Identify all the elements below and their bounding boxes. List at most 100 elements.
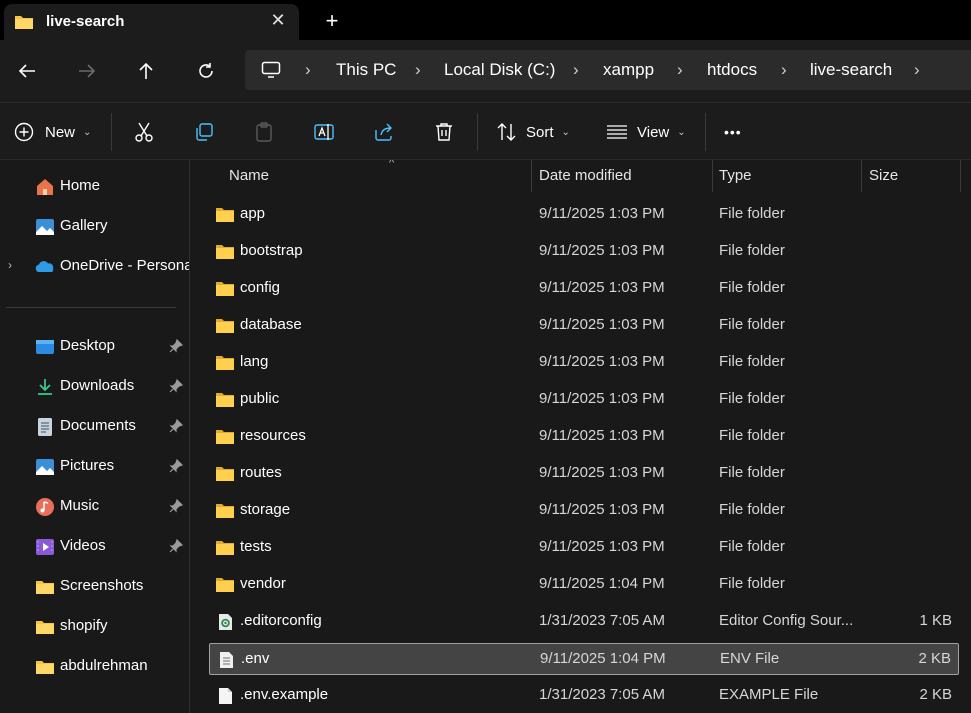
folder-icon [215,206,235,224]
close-tab-button[interactable]: ✕ [266,8,290,32]
pin-icon[interactable] [168,338,184,354]
sidebar-item-downloads[interactable]: Downloads [0,369,189,405]
sidebar-item-screenshots[interactable]: Screenshots [0,569,189,605]
file-name: resources [240,427,306,444]
file-type: ENV File [720,650,780,667]
table-row[interactable]: tests 9/11/2025 1:03 PM File folder [209,532,959,564]
column-header-name[interactable]: ^ Name [209,160,531,192]
more-options-button[interactable]: ••• [724,119,742,145]
pictures-icon [36,459,54,475]
file-type: File folder [719,575,785,592]
table-row-selected[interactable]: .env 9/11/2025 1:04 PM ENV File 2 KB [209,643,959,675]
cut-button[interactable] [133,119,155,145]
pin-icon[interactable] [168,458,184,474]
sidebar-item-videos[interactable]: Videos [0,529,189,565]
breadcrumb-separator[interactable]: › [914,60,920,80]
breadcrumb-this-pc[interactable]: This PC [336,60,396,80]
breadcrumb-live-search[interactable]: live-search [810,60,892,80]
table-row[interactable]: database 9/11/2025 1:03 PM File folder [209,310,959,342]
new-tab-button[interactable]: + [318,8,346,36]
column-header-type[interactable]: Type [713,160,861,192]
file-date-modified: 1/31/2023 7:05 AM [539,612,665,629]
table-row[interactable]: routes 9/11/2025 1:03 PM File folder [209,458,959,490]
sidebar-item-onedrive[interactable]: › OneDrive - Persona [0,249,189,285]
trash-icon [436,123,452,141]
table-row[interactable]: .env.example 1/31/2023 7:05 AM EXAMPLE Fil… [209,680,959,712]
file-name: routes [240,464,282,481]
address-bar[interactable]: › This PC › Local Disk (C:) › xampp › ht… [245,50,971,90]
table-row[interactable]: vendor 9/11/2025 1:04 PM File folder [209,569,959,601]
file-date-modified: 9/11/2025 1:03 PM [539,205,665,222]
column-divider[interactable] [960,160,961,192]
sidebar-item-music[interactable]: Music [0,489,189,525]
sidebar-item-label: Desktop [60,337,116,354]
chevron-right-icon[interactable]: › [8,258,12,272]
breadcrumb-separator: › [305,60,311,79]
folder-icon [215,428,235,446]
table-row[interactable]: .editorconfig 1/31/2023 7:05 AM Editor Con… [209,606,959,638]
sidebar-item-gallery[interactable]: Gallery [0,209,189,245]
file-name: tests [240,538,272,555]
new-button[interactable]: New ⌄ [14,119,91,145]
file-type: File folder [719,353,785,370]
file-name: lang [240,353,269,370]
sidebar-item-home[interactable]: Home [0,169,189,205]
paste-button[interactable] [253,119,275,145]
refresh-icon [199,63,213,78]
folder-icon [215,576,235,594]
column-header-size[interactable]: Size [862,160,960,192]
file-name: vendor [240,575,286,592]
tab-live-search[interactable]: live-search ✕ [4,4,299,40]
pin-icon[interactable] [168,378,184,394]
refresh-button[interactable] [192,57,220,85]
sidebar-item-label: Home [60,177,101,194]
pin-icon[interactable] [168,418,184,434]
back-button[interactable] [13,57,41,85]
title-bar: live-search ✕ + [0,0,971,40]
sidebar-item-label: abdulrehman [60,657,148,674]
column-header-date[interactable]: Date modified [532,160,712,192]
pin-icon[interactable] [168,498,184,514]
pin-icon[interactable] [168,538,184,554]
sidebar-item-desktop[interactable]: Desktop [0,329,189,365]
sidebar-item-pictures[interactable]: Pictures [0,449,189,485]
file-type: File folder [719,501,785,518]
forward-button[interactable] [73,57,101,85]
view-button[interactable]: View ⌄ [606,119,686,145]
table-row[interactable]: lang 9/11/2025 1:03 PM File folder [209,347,959,379]
file-list: ^ Name Date modified Type Size app 9/11/2… [191,160,971,713]
arrow-up-icon [139,62,153,79]
folder-icon [215,465,235,483]
table-row[interactable]: storage 9/11/2025 1:03 PM File folder [209,495,959,527]
rename-button[interactable] [313,119,335,145]
chevron-down-icon: ⌄ [561,126,570,138]
table-row[interactable]: bootstrap 9/11/2025 1:03 PM File folder [209,236,959,268]
breadcrumb-xampp[interactable]: xampp [603,60,654,80]
table-row[interactable]: resources 9/11/2025 1:03 PM File folder [209,421,959,453]
delete-button[interactable] [433,119,455,145]
file-name: .editorconfig [240,612,322,629]
navigation-bar: › This PC › Local Disk (C:) › xampp › ht… [0,40,971,102]
table-row[interactable]: config 9/11/2025 1:03 PM File folder [209,273,959,305]
copy-button[interactable] [193,119,215,145]
text-file-icon [216,651,236,669]
sort-icon [497,123,516,141]
file-type: File folder [719,279,785,296]
breadcrumb-htdocs[interactable]: htdocs [707,60,757,80]
share-button[interactable] [373,119,395,145]
sort-button[interactable]: Sort ⌄ [496,119,570,145]
file-size: 1 KB [919,612,952,629]
table-row[interactable]: public 9/11/2025 1:03 PM File folder [209,384,959,416]
sidebar-item-label: Screenshots [60,577,144,594]
folder-icon [215,391,235,409]
up-button[interactable] [132,57,160,85]
divider [111,113,112,151]
share-icon [375,123,392,141]
sidebar-item-documents[interactable]: Documents [0,409,189,445]
home-icon [37,179,53,195]
breadcrumb-local-disk[interactable]: Local Disk (C:) [444,60,555,80]
file-type: File folder [719,464,785,481]
sidebar-item-abdulrehman[interactable]: abdulrehman [0,649,189,685]
table-row[interactable]: app 9/11/2025 1:03 PM File folder [209,199,959,231]
sidebar-item-shopify[interactable]: shopify [0,609,189,645]
